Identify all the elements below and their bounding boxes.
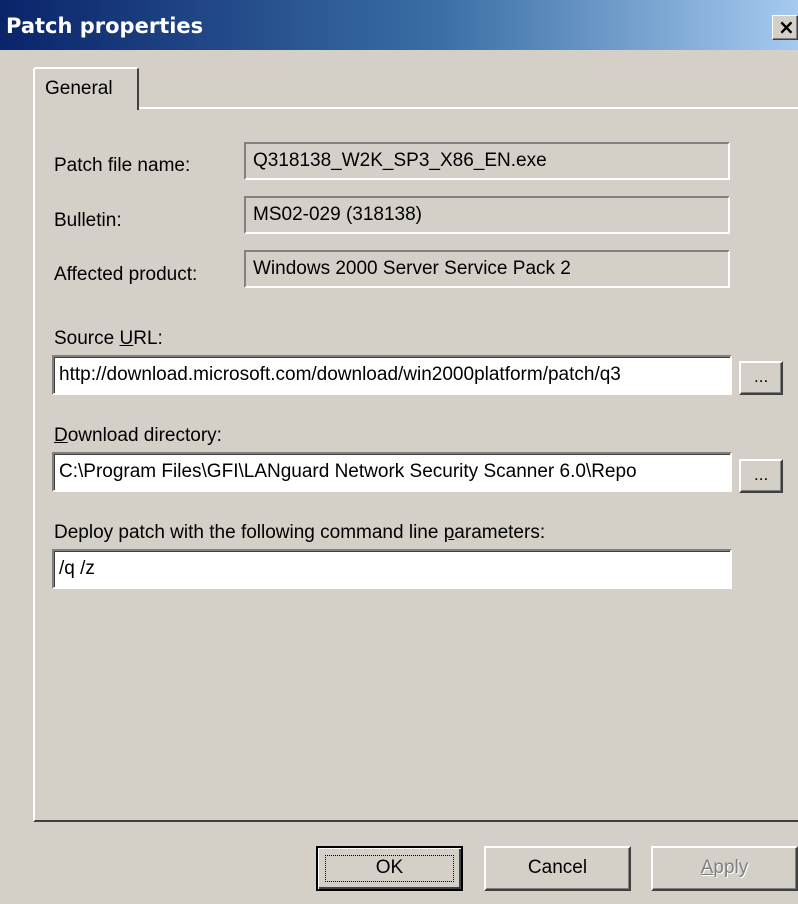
apply-button-label: Apply — [700, 857, 749, 878]
ok-button-label: OK — [375, 857, 404, 878]
tab-general[interactable]: General — [33, 67, 139, 110]
tab-general-label: General — [45, 78, 113, 99]
apply-button[interactable]: Apply — [651, 846, 798, 891]
close-icon: × — [778, 15, 795, 39]
patch-properties-dialog: Patch properties × General Patch file na… — [0, 0, 798, 904]
window-title: Patch properties — [6, 14, 204, 38]
cancel-button[interactable]: Cancel — [484, 846, 631, 891]
title-bar[interactable]: Patch properties × — [0, 0, 798, 50]
cancel-button-label: Cancel — [527, 857, 588, 878]
ok-button[interactable]: OK — [316, 846, 463, 891]
tab-panel-general — [33, 107, 798, 822]
close-button[interactable]: × — [772, 15, 798, 40]
